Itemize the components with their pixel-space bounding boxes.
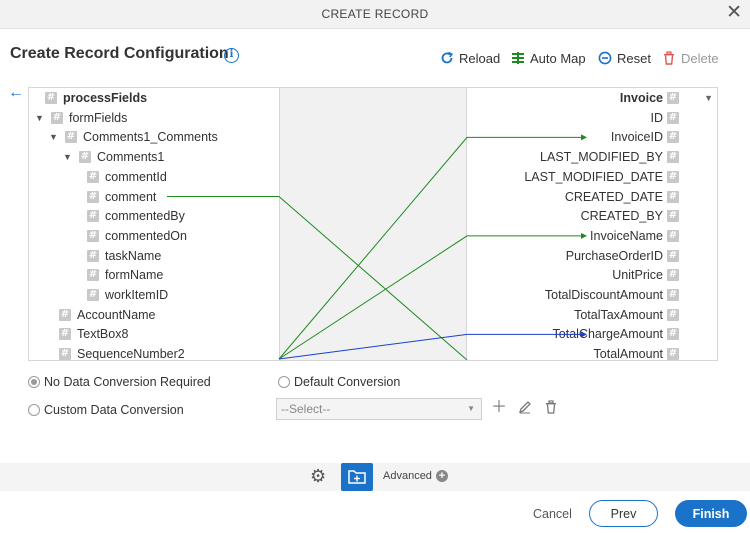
- field-mapper: # processFields ▼ # formFields ▼ # Comments1_Co…: [28, 87, 718, 361]
- automap-label: Auto Map: [530, 50, 586, 66]
- radio-selected-icon: [28, 376, 40, 388]
- delete-button[interactable]: Delete: [662, 50, 719, 66]
- custom-conversion-label: Custom Data Conversion: [44, 403, 184, 417]
- finish-button[interactable]: Finish: [675, 500, 747, 527]
- folder-plus-icon: [348, 470, 366, 484]
- custom-conversion-radio[interactable]: Custom Data Conversion: [28, 403, 184, 417]
- dialog-title: CREATE RECORD: [321, 7, 429, 21]
- mapping-line[interactable]: [278, 331, 587, 360]
- plus-circle-icon: +: [435, 470, 448, 482]
- edit-icon[interactable]: [517, 400, 533, 416]
- mapping-line[interactable]: [167, 196, 468, 361]
- reload-button[interactable]: Reload: [440, 50, 500, 66]
- mapping-lines: [167, 134, 587, 361]
- page-title: Create Record Configuration: [10, 45, 229, 62]
- reset-button[interactable]: Reset: [598, 50, 651, 66]
- radio-icon: [28, 404, 40, 416]
- radio-icon: [278, 376, 290, 388]
- gear-icon[interactable]: ⚙: [310, 466, 326, 487]
- advanced-toggle[interactable]: Advanced +: [383, 470, 448, 482]
- no-conversion-label: No Data Conversion Required: [44, 375, 211, 389]
- advanced-label: Advanced: [383, 470, 432, 482]
- default-conversion-radio[interactable]: Default Conversion: [278, 375, 400, 389]
- conversion-select-value: --Select--: [281, 402, 331, 416]
- mapping-line[interactable]: [278, 232, 587, 360]
- arrowhead-icon: [581, 134, 587, 141]
- info-icon[interactable]: i: [224, 48, 239, 63]
- add-icon[interactable]: ＋: [491, 400, 507, 416]
- no-conversion-radio[interactable]: No Data Conversion Required: [28, 375, 211, 389]
- folder-add-button[interactable]: [341, 463, 373, 491]
- default-conversion-label: Default Conversion: [294, 375, 401, 389]
- chevron-down-icon: ▼: [467, 404, 475, 413]
- reset-icon: [598, 51, 612, 65]
- delete-label: Delete: [681, 50, 719, 66]
- conversion-select[interactable]: --Select-- ▼: [276, 398, 482, 420]
- reload-label: Reload: [459, 50, 501, 66]
- trash-icon[interactable]: [543, 400, 559, 416]
- automap-icon: [511, 51, 525, 65]
- prev-button[interactable]: Prev: [589, 500, 658, 527]
- arrowhead-icon: [581, 331, 587, 338]
- back-arrow-icon[interactable]: ←: [8, 84, 24, 102]
- bottom-toolbar: [0, 463, 750, 491]
- close-icon[interactable]: ✕: [726, 3, 742, 23]
- mapping-line[interactable]: [278, 134, 587, 360]
- arrowhead-icon: [581, 232, 587, 239]
- automap-button[interactable]: Auto Map: [511, 50, 586, 66]
- reload-icon: [440, 51, 454, 65]
- cancel-button[interactable]: Cancel: [533, 507, 572, 521]
- trash-icon: [662, 51, 676, 65]
- reset-label: Reset: [617, 50, 651, 66]
- dialog-titlebar: CREATE RECORD ✕: [0, 0, 750, 29]
